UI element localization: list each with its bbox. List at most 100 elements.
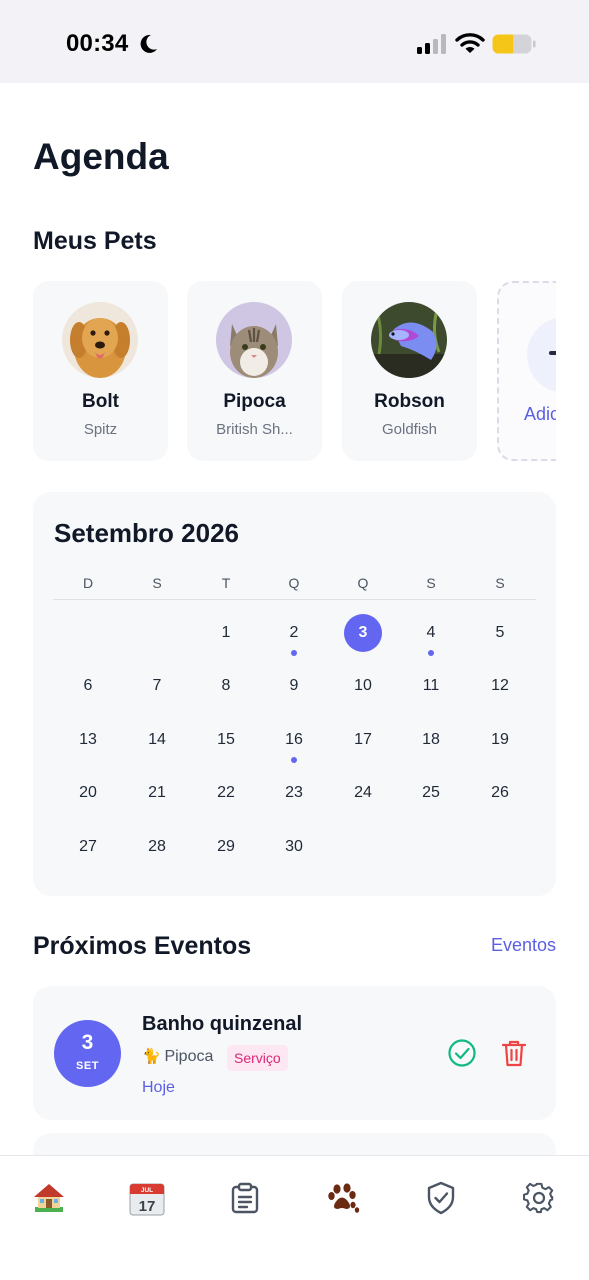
calendar-day[interactable]: 8: [207, 667, 245, 705]
calendar-icon-day: 17: [139, 1198, 156, 1215]
events-link[interactable]: Eventos: [491, 935, 556, 956]
shield-check-icon: [427, 1181, 455, 1215]
calendar-day[interactable]: 2: [275, 614, 313, 652]
wifi-icon: [455, 33, 485, 53]
calendar-day[interactable]: 23: [275, 774, 313, 812]
pet-breed: Goldfish: [381, 421, 438, 438]
pet-avatar: [371, 302, 447, 378]
calendar-day[interactable]: 16: [275, 721, 313, 759]
calendar-weekday: S: [426, 575, 436, 591]
calendar-icon-month: JUL: [141, 1187, 153, 1194]
pet-name: Robson: [374, 391, 445, 412]
paw-icon: [328, 1183, 360, 1213]
event-pet: 🐈 Pipoca: [142, 1047, 213, 1066]
calendar-day[interactable]: 6: [69, 667, 107, 705]
calendar-weekday: Q: [288, 575, 300, 591]
event-indicator-dot: [291, 757, 297, 763]
cellular-signal-icon: [417, 34, 446, 54]
events-section-title: Próximos Eventos: [33, 932, 252, 960]
event-card[interactable]: 3 SET Banho quinzenal 🐈 Pipoca Serviço H…: [33, 986, 556, 1120]
calendar-day[interactable]: 26: [481, 774, 519, 812]
tab-pets[interactable]: [321, 1178, 365, 1218]
event-indicator-dot: [291, 650, 297, 656]
calendar-day[interactable]: 28: [138, 828, 176, 866]
moon-icon: [140, 34, 157, 53]
pet-card[interactable]: Robson Goldfish: [342, 281, 477, 461]
pets-carousel[interactable]: Bolt Spitz Pipoca British Sh... Robson G…: [33, 281, 556, 461]
pets-section-title: Meus Pets: [33, 227, 157, 255]
pet-avatar: [62, 302, 138, 378]
event-month: SET: [76, 1060, 99, 1072]
calendar-day[interactable]: 9: [275, 667, 313, 705]
pet-breed: British Sh...: [216, 421, 293, 438]
calendar-day[interactable]: 19: [481, 721, 519, 759]
calendar-divider: [53, 599, 536, 600]
calendar-day[interactable]: 21: [138, 774, 176, 812]
calendar-weekday: D: [82, 575, 94, 591]
calendar-weekday: S: [152, 575, 162, 591]
pet-card[interactable]: Bolt Spitz: [33, 281, 168, 461]
calendar-weekday: T: [221, 575, 231, 591]
calendar: Setembro 2026 D S T Q Q S S 1 2 3 4 5 6 7 8 9 10 11 12 13 14…: [33, 492, 556, 896]
calendar-day[interactable]: 17: [344, 721, 382, 759]
tab-records[interactable]: [223, 1178, 267, 1218]
calendar-day[interactable]: 24: [344, 774, 382, 812]
cat-photo-icon: [216, 302, 292, 378]
event-indicator-dot: [428, 650, 434, 656]
calendar-day[interactable]: 7: [138, 667, 176, 705]
calendar-day[interactable]: 11: [412, 667, 450, 705]
tab-calendar[interactable]: JUL 17: [125, 1178, 169, 1218]
pet-breed: Spitz: [83, 421, 118, 438]
calendar-day[interactable]: 25: [412, 774, 450, 812]
add-pet-card[interactable]: Adicionar: [497, 281, 556, 461]
event-title: Banho quinzenal: [142, 1013, 302, 1035]
calendar-day[interactable]: 4: [412, 614, 450, 652]
calendar-day[interactable]: 29: [207, 828, 245, 866]
plus-icon: [549, 351, 556, 355]
calendar-day[interactable]: 14: [138, 721, 176, 759]
calendar-day[interactable]: 22: [207, 774, 245, 812]
battery-icon: [492, 34, 536, 54]
tab-settings[interactable]: [517, 1178, 561, 1218]
event-day: 3: [81, 1031, 94, 1054]
calendar-day[interactable]: 10: [344, 667, 382, 705]
calendar-day[interactable]: 27: [69, 828, 107, 866]
calendar-day[interactable]: 1: [207, 614, 245, 652]
pet-name: Pipoca: [223, 391, 286, 412]
calendar-day-selected[interactable]: 3: [344, 614, 382, 652]
clipboard-icon: [231, 1182, 259, 1214]
calendar-month-title: Setembro 2026: [54, 518, 239, 548]
calendar-day[interactable]: 5: [481, 614, 519, 652]
betta-fish-photo-icon: [371, 302, 447, 378]
settings-icon: [523, 1182, 554, 1214]
status-time: 00:34: [66, 30, 129, 57]
tab-bar: JUL 17: [0, 1155, 589, 1280]
pet-name: Bolt: [82, 391, 119, 412]
calendar-day[interactable]: 12: [481, 667, 519, 705]
calendar-day[interactable]: 15: [207, 721, 245, 759]
status-bar: 00:34: [0, 0, 589, 83]
pet-card[interactable]: Pipoca British Sh...: [187, 281, 322, 461]
calendar-weekday: S: [495, 575, 505, 591]
home-icon: [34, 1184, 64, 1212]
calendar-day[interactable]: 18: [412, 721, 450, 759]
dog-photo-icon: [62, 302, 138, 378]
event-category-badge: Serviço: [227, 1045, 288, 1071]
calendar-day[interactable]: 30: [275, 828, 313, 866]
add-pet-circle: [527, 317, 556, 393]
page-title: Agenda: [33, 136, 169, 177]
check-circle-icon[interactable]: [447, 1038, 477, 1068]
tab-health[interactable]: [419, 1178, 463, 1218]
event-date-badge: 3 SET: [54, 1020, 121, 1087]
event-when: Hoje: [142, 1079, 175, 1096]
trash-icon[interactable]: [500, 1038, 528, 1068]
calendar-day[interactable]: 13: [69, 721, 107, 759]
pet-avatar: [216, 302, 292, 378]
calendar-day[interactable]: 20: [69, 774, 107, 812]
calendar-icon: JUL 17: [129, 1183, 165, 1216]
tab-home[interactable]: [27, 1178, 71, 1218]
calendar-weekday: Q: [357, 575, 369, 591]
cat-icon: 🐈: [142, 1048, 161, 1065]
event-pet-name: Pipoca: [164, 1048, 214, 1065]
add-pet-label: Adicionar: [524, 404, 556, 424]
